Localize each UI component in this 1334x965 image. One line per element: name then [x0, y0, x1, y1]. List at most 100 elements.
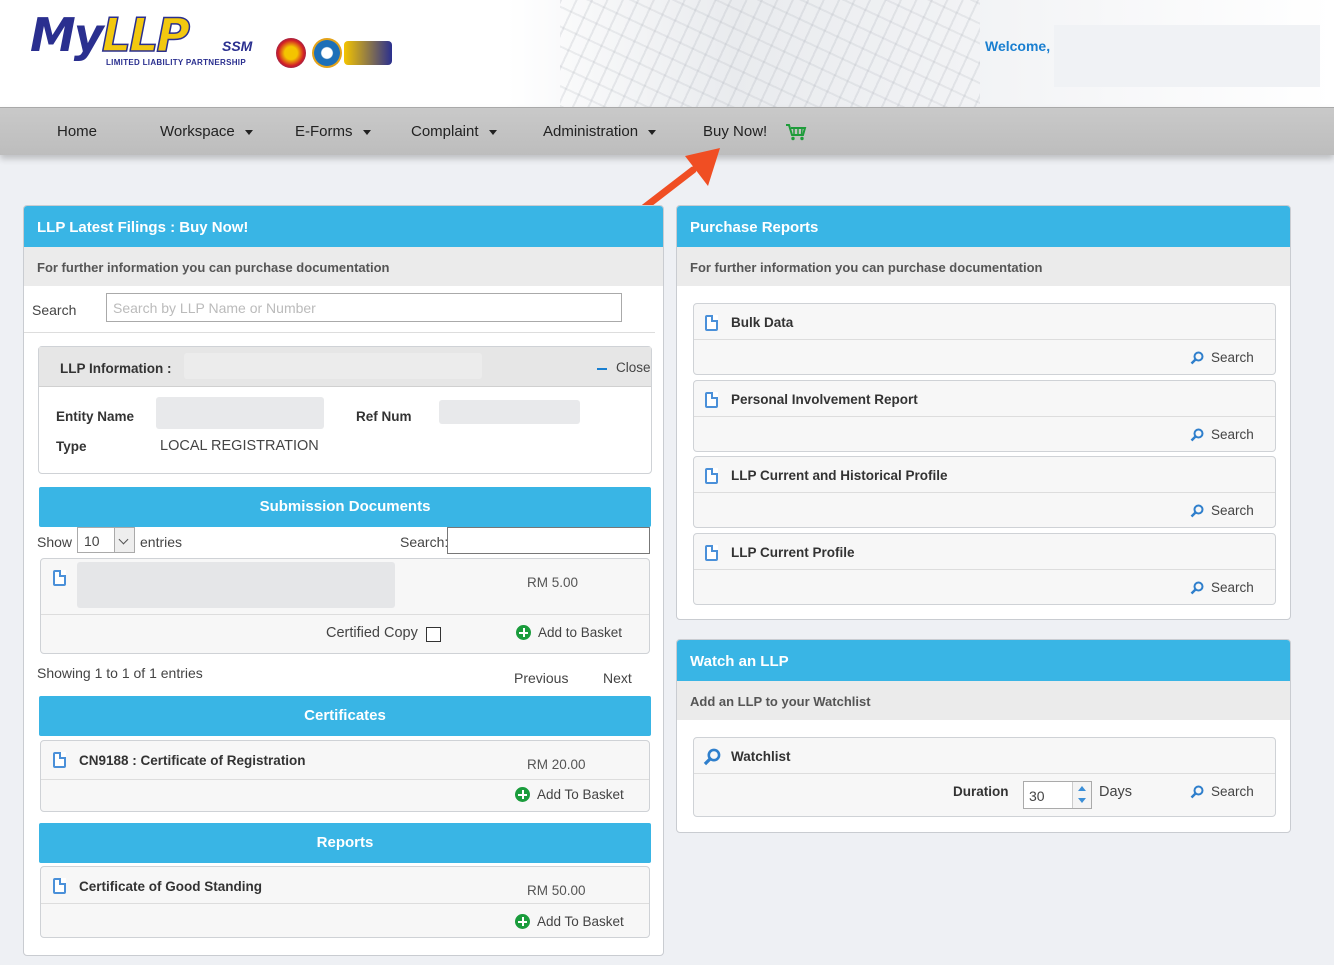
nav-complaint[interactable]: Complaint: [411, 123, 497, 140]
add-circle-icon[interactable]: [515, 914, 530, 929]
document-icon: [705, 315, 718, 331]
submission-documents-header: Submission Documents: [39, 487, 651, 527]
llp-filings-subtitle: For further information you can purchase…: [24, 247, 663, 286]
llp-info-title: LLP Information :: [60, 361, 172, 376]
certified-copy-label: Certified Copy: [326, 625, 418, 641]
document-icon: [705, 545, 718, 561]
redacted-username: [1054, 25, 1320, 87]
report-row: Certificate of Good Standing RM 50.00 Ad…: [40, 866, 650, 938]
caret-down-icon: [244, 129, 253, 135]
report-item-bulk-data: Bulk Data Search: [693, 303, 1276, 375]
duration-value: 30: [1029, 788, 1045, 804]
next-page-button[interactable]: Next: [603, 670, 632, 686]
increment-icon[interactable]: [1078, 786, 1086, 791]
divider: [41, 779, 649, 780]
report-search-link[interactable]: Search: [1211, 427, 1254, 442]
watch-llp-panel: Watch an LLP Add an LLP to your Watchlis…: [676, 639, 1291, 833]
report-item-title: Bulk Data: [731, 315, 794, 330]
nav-home[interactable]: Home: [57, 123, 97, 140]
search-icon[interactable]: [1190, 504, 1204, 518]
previous-page-button[interactable]: Previous: [514, 670, 568, 686]
caret-down-icon: [488, 129, 497, 135]
stepper-buttons[interactable]: [1072, 782, 1091, 808]
certificates-header: Certificates: [39, 696, 651, 736]
report-search-link[interactable]: Search: [1211, 580, 1254, 595]
divider: [694, 569, 1275, 570]
add-circle-icon[interactable]: [515, 787, 530, 802]
entries-select[interactable]: 10: [77, 527, 135, 553]
document-price: RM 5.00: [527, 575, 579, 590]
watchlist-box: Watchlist Duration 30 Days Search: [693, 737, 1276, 817]
redacted-entity-name: [156, 397, 324, 429]
watchlist-title: Watchlist: [731, 749, 791, 764]
type-label: Type: [56, 439, 87, 454]
divider: [41, 614, 649, 615]
table-search-label: Search:: [400, 534, 449, 550]
search-icon[interactable]: [1190, 785, 1204, 799]
kpdnkk-logo-icon: [312, 38, 342, 68]
watch-llp-title: Watch an LLP: [677, 640, 1290, 681]
add-circle-icon[interactable]: [516, 625, 531, 640]
close-info-link[interactable]: Close: [616, 360, 651, 375]
watch-search-link[interactable]: Search: [1211, 784, 1254, 799]
search-icon[interactable]: [1190, 581, 1204, 595]
ssm-logo-icon: [344, 41, 392, 65]
llp-filings-panel: LLP Latest Filings : Buy Now! For furthe…: [23, 205, 664, 956]
purchase-reports-subtitle: For further information you can purchase…: [677, 247, 1290, 286]
report-search-link[interactable]: Search: [1211, 350, 1254, 365]
myllp-logo[interactable]: MyLLP SSM LIMITED LIABILITY PARTNERSHIP: [30, 7, 410, 78]
search-icon[interactable]: [1190, 428, 1204, 442]
report-item-title: Personal Involvement Report: [731, 392, 918, 407]
type-value: LOCAL REGISTRATION: [160, 438, 319, 454]
nav-home-label: Home: [57, 123, 98, 140]
logo-wordmark: MyLLP: [30, 7, 191, 63]
nav-eforms[interactable]: E-Forms: [295, 123, 371, 140]
shopping-cart-icon[interactable]: [785, 123, 807, 141]
welcome-text: Welcome,: [985, 38, 1051, 54]
redacted-ref-num: [439, 400, 580, 424]
divider: [24, 332, 655, 333]
document-icon: [53, 570, 66, 586]
report-item-title: LLP Current and Historical Profile: [731, 468, 948, 483]
llp-search-input[interactable]: [106, 293, 622, 322]
report-title: Certificate of Good Standing: [79, 879, 263, 894]
llp-search-label: Search: [32, 302, 77, 318]
reports-header: Reports: [39, 823, 651, 863]
site-header: MyLLP SSM LIMITED LIABILITY PARTNERSHIP …: [0, 0, 1334, 107]
report-item-personal-involvement: Personal Involvement Report Search: [693, 380, 1276, 452]
submission-document-row: RM 5.00 Certified Copy Add to Basket: [40, 558, 650, 654]
nav-buy-now[interactable]: Buy Now!: [703, 123, 767, 140]
government-crest-icon: [276, 38, 306, 68]
nav-workspace[interactable]: Workspace: [160, 123, 253, 140]
logo-ssm: SSM: [222, 38, 253, 54]
duration-stepper[interactable]: 30: [1023, 781, 1092, 809]
document-icon: [705, 468, 718, 484]
certified-copy-checkbox[interactable]: [426, 627, 441, 642]
divider: [694, 492, 1275, 493]
chevron-down-icon: [114, 528, 134, 552]
table-search-input[interactable]: [447, 527, 650, 554]
divider: [41, 903, 649, 904]
decrement-icon[interactable]: [1078, 798, 1086, 803]
add-to-basket-link[interactable]: Add to Basket: [538, 625, 622, 640]
redacted-document-name: [77, 562, 395, 608]
report-item-title: LLP Current Profile: [731, 545, 855, 560]
entity-name-label: Entity Name: [56, 409, 135, 424]
divider: [694, 773, 1275, 774]
minus-icon[interactable]: [597, 368, 607, 370]
add-to-basket-link[interactable]: Add To Basket: [537, 914, 624, 929]
document-icon: [705, 392, 718, 408]
report-search-link[interactable]: Search: [1211, 503, 1254, 518]
nav-administration[interactable]: Administration: [543, 123, 657, 140]
entries-label: entries: [140, 534, 183, 550]
search-icon[interactable]: [1190, 351, 1204, 365]
report-item-current-historical-profile: LLP Current and Historical Profile Searc…: [693, 456, 1276, 528]
logo-subtitle: LIMITED LIABILITY PARTNERSHIP: [106, 58, 246, 67]
add-to-basket-link[interactable]: Add To Basket: [537, 787, 624, 802]
show-label: Show: [37, 534, 73, 550]
purchase-reports-panel: Purchase Reports For further information…: [676, 205, 1291, 620]
nav-complaint-label: Complaint: [411, 123, 479, 140]
document-icon: [53, 752, 66, 768]
search-icon: [703, 748, 721, 766]
redacted-llp-name: [184, 353, 482, 379]
